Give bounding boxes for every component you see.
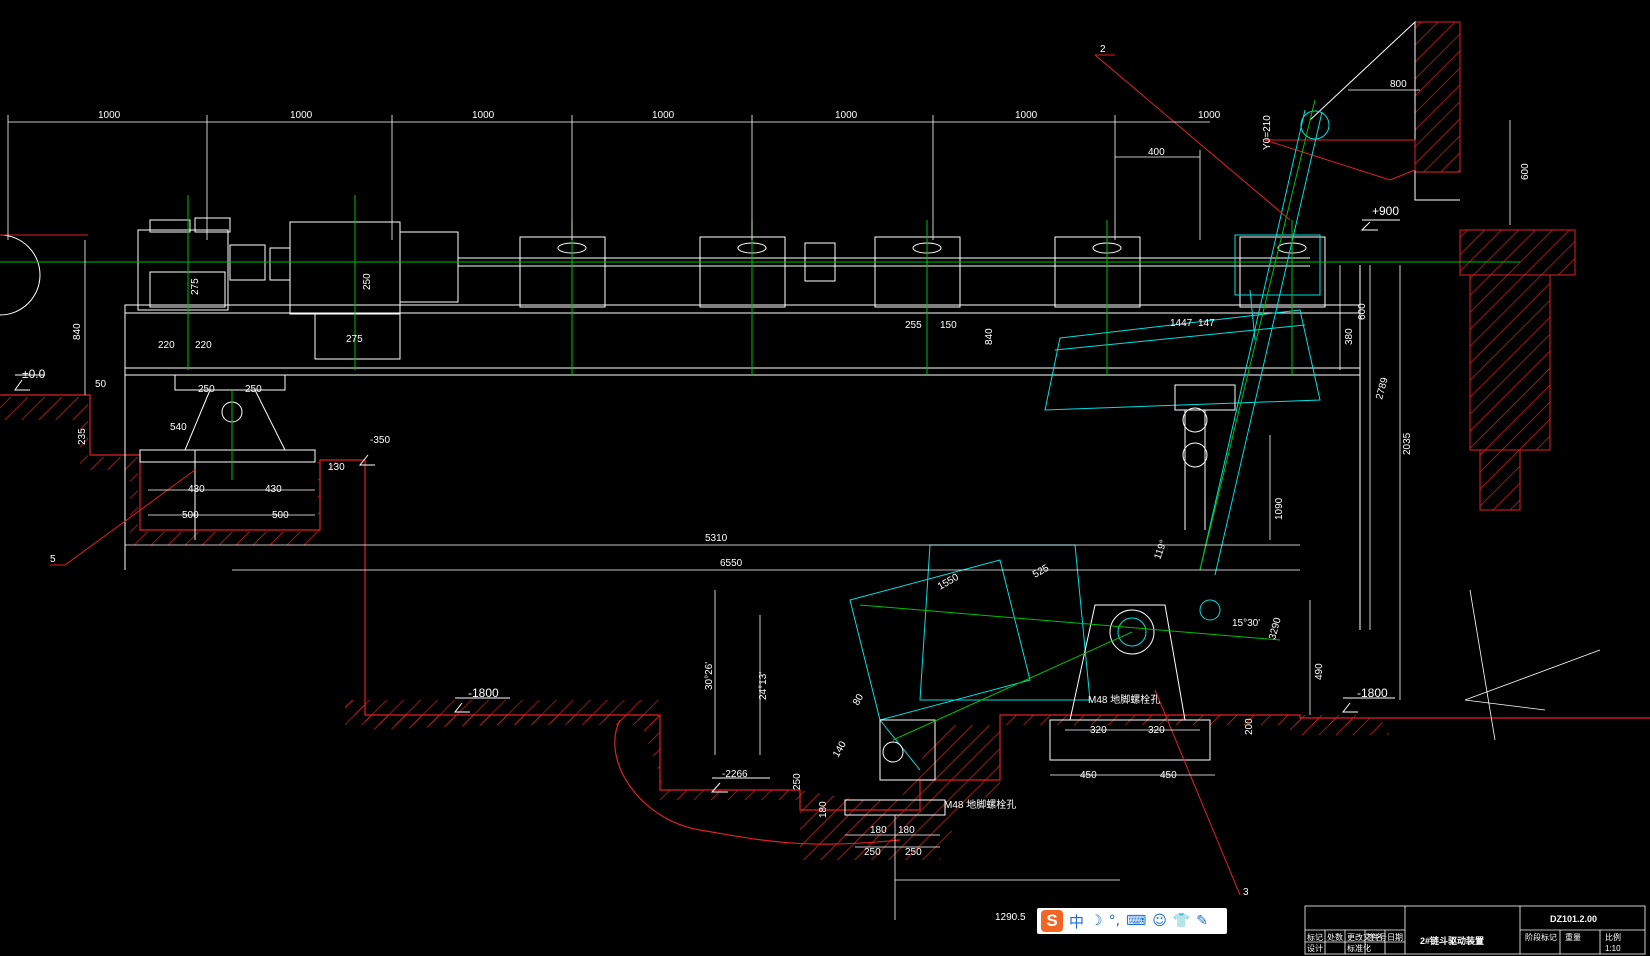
dim-400: 400 <box>1148 147 1165 158</box>
dim-250c: 250 <box>245 384 262 395</box>
level-plus900: +900 <box>1372 204 1399 218</box>
angle-30-26: 30°26' <box>704 662 715 690</box>
dim-1090: 1090 <box>1274 497 1285 520</box>
dim-430a: 430 <box>188 484 205 495</box>
dim-275b: 275 <box>346 334 363 345</box>
dim-840a: 840 <box>72 323 83 340</box>
dim-320b: 320 <box>1148 725 1165 736</box>
dim-180c: 180 <box>898 825 915 836</box>
wrench-icon[interactable]: ✎ <box>1196 913 1208 929</box>
title-row-label: 标准化 <box>1347 943 1371 953</box>
dim-1447: 1447 <box>1170 318 1193 329</box>
dim-450a: 450 <box>1080 770 1097 781</box>
dim-130: 130 <box>328 462 345 473</box>
dim-450b: 450 <box>1160 770 1177 781</box>
moon-icon[interactable]: ☽ <box>1090 913 1103 929</box>
dim-840b: 840 <box>984 328 995 345</box>
dim-275a: 275 <box>190 278 201 295</box>
dim-span: 1000 <box>472 110 495 121</box>
dim-200: 200 <box>1244 718 1255 735</box>
drawing-scale: 1:10 <box>1605 944 1621 953</box>
dim-span: 1000 <box>1198 110 1221 121</box>
dim-span: 1000 <box>290 110 313 121</box>
tag-5: 5 <box>50 554 56 565</box>
dim-250d: 250 <box>792 773 803 790</box>
title-row-label: 标记 <box>1307 932 1323 942</box>
ime-logo[interactable]: S <box>1041 910 1063 932</box>
dim-250b: 250 <box>198 384 215 395</box>
dim-255: 255 <box>905 320 922 331</box>
dim-250a: 250 <box>362 273 373 290</box>
dim-180a: 180 <box>818 801 829 818</box>
drawing-title: 2#链斗驱动装置 <box>1420 935 1484 946</box>
dim-147: 147 <box>1198 318 1215 329</box>
dim-y0: Y0=210 <box>1262 115 1273 150</box>
title-right-label: 阶段标记 <box>1525 932 1557 942</box>
level-minus350: -350 <box>370 435 390 446</box>
dim-600b: 600 <box>1357 303 1368 320</box>
keyboard-icon[interactable]: ⌨ <box>1126 913 1146 929</box>
dim-220a: 220 <box>158 340 175 351</box>
title-right-label: 重量 <box>1565 932 1581 942</box>
drawing-number: DZ101.2.00 <box>1550 914 1597 924</box>
shirt-icon[interactable]: 👕 <box>1173 913 1190 929</box>
dim-150: 150 <box>940 320 957 331</box>
dim-2035: 2035 <box>1402 432 1413 455</box>
title-row-label: 签名 <box>1367 932 1383 942</box>
dim-220b: 220 <box>195 340 212 351</box>
dim-800: 800 <box>1390 79 1407 90</box>
dim-span: 1000 <box>1015 110 1038 121</box>
dim-span: 1000 <box>652 110 675 121</box>
note-anchor-right: M48 地脚螺栓孔 <box>1088 693 1160 706</box>
dim-500b: 500 <box>272 510 289 521</box>
dim-250e: 250 <box>864 847 881 858</box>
user-icon[interactable]: ☺ <box>1152 913 1167 929</box>
dim-235: 235 <box>77 428 88 445</box>
dim-span: 1000 <box>835 110 858 121</box>
dim-250f: 250 <box>905 847 922 858</box>
level-minus2266: -2266 <box>722 769 748 780</box>
angle-15-30: 15°30' <box>1232 618 1260 629</box>
dim-320a: 320 <box>1090 725 1107 736</box>
dim-500a: 500 <box>182 510 199 521</box>
level-minus1800-right: -1800 <box>1357 686 1388 700</box>
level-minus1800-left: -1800 <box>468 686 499 700</box>
tag-3: 3 <box>1243 887 1249 898</box>
punctuation-icon[interactable]: °, <box>1109 913 1120 929</box>
dim-490: 490 <box>1314 663 1325 680</box>
dim-180b: 180 <box>870 825 887 836</box>
level-top-ref: ±0.0 <box>22 367 46 381</box>
dim-1290: 1290.5 <box>995 912 1026 923</box>
ime-toolbar[interactable]: S 中 ☽ °, ⌨ ☺ 👕 ✎ <box>1037 908 1227 934</box>
title-row-label: 日期 <box>1387 933 1403 942</box>
note-anchor-left: M48 地脚螺栓孔 <box>944 798 1016 811</box>
cad-drawing-canvas[interactable]: ±0.0 +900 -350 -1800 -1800 -2266 2 3 5 1… <box>0 0 1650 956</box>
dim-6550: 6550 <box>720 558 743 569</box>
dim-5310: 5310 <box>705 533 728 544</box>
dim-span: 1000 <box>98 110 121 121</box>
title-row-label: 处数 <box>1327 932 1343 942</box>
tag-2: 2 <box>1100 44 1106 55</box>
dim-540: 540 <box>170 422 187 433</box>
dim-600a: 600 <box>1520 163 1531 180</box>
title-right-label: 比例 <box>1605 932 1621 942</box>
dim-430b: 430 <box>265 484 282 495</box>
dim-50: 50 <box>95 379 107 390</box>
angle-24-13: 24°13' <box>758 672 769 700</box>
title-row-label: 设计 <box>1307 943 1323 953</box>
dim-380: 380 <box>1344 328 1355 345</box>
ime-mode-chinese[interactable]: 中 <box>1069 911 1084 932</box>
